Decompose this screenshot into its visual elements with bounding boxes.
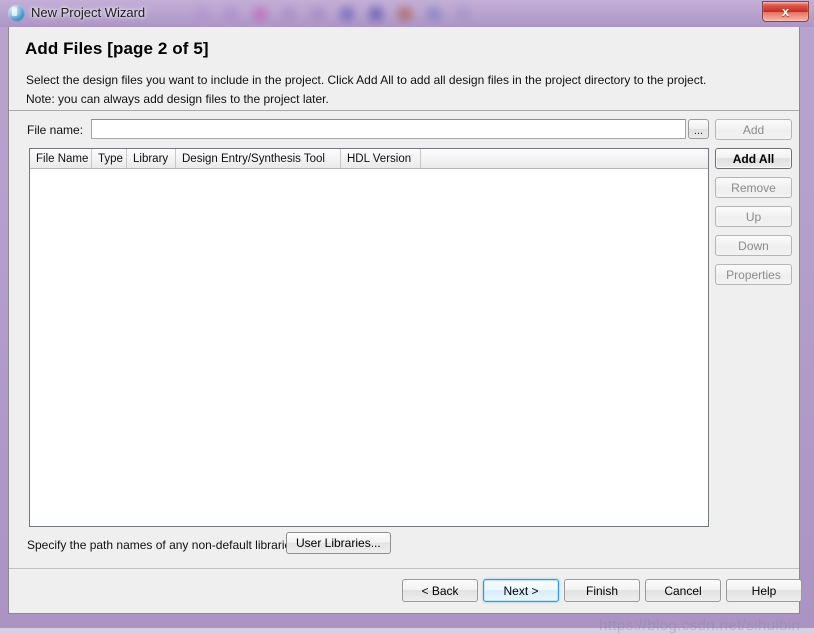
add-button[interactable]: Add (715, 119, 792, 140)
properties-button[interactable]: Properties (715, 264, 792, 285)
footer-divider (9, 568, 799, 569)
dialog-client-area: Add Files [page 2 of 5] Select the desig… (8, 27, 802, 634)
table-header-row: File Name Type Library Design Entry/Synthes… (30, 149, 708, 169)
remove-button[interactable]: Remove (715, 177, 792, 198)
column-header-file-name[interactable]: File Name (30, 149, 92, 168)
watermark-text: https://blog.csdn.net/sihuibin (599, 617, 801, 634)
column-header-hdl-version[interactable]: HDL Version (341, 149, 421, 168)
quartus-globe-icon (8, 5, 25, 22)
file-name-label: File name: (27, 123, 84, 137)
page-description-line-1: Select the design files you want to incl… (26, 73, 707, 87)
column-header-blank[interactable] (421, 149, 708, 168)
close-icon[interactable]: x (762, 1, 809, 22)
column-header-library[interactable]: Library (127, 149, 176, 168)
help-button[interactable]: Help (726, 579, 802, 602)
cancel-button[interactable]: Cancel (645, 579, 721, 602)
window-title: New Project Wizard (31, 5, 146, 20)
user-libraries-description: Specify the path names of any non-defaul… (27, 538, 301, 552)
move-up-button[interactable]: Up (715, 206, 792, 227)
move-down-button[interactable]: Down (715, 235, 792, 256)
dialog-window: New Project Wizard x Add Files [page 2 o… (0, 0, 814, 634)
column-header-design-entry-synthesis-tool[interactable]: Design Entry/Synthesis Tool (176, 149, 341, 168)
file-name-input[interactable] (91, 119, 686, 139)
title-bar[interactable]: New Project Wizard x (0, 0, 814, 27)
user-libraries-button[interactable]: User Libraries... (286, 532, 391, 554)
header-divider (9, 110, 799, 111)
table-body[interactable] (30, 169, 708, 526)
glass-backdrop-icons (195, 2, 715, 26)
browse-ellipsis-button[interactable]: ... (688, 119, 709, 139)
back-button[interactable]: < Back (402, 579, 478, 602)
finish-button[interactable]: Finish (564, 579, 640, 602)
page-description-line-2: Note: you can always add design files to… (26, 92, 329, 106)
page-title: Add Files [page 2 of 5] (25, 39, 209, 58)
next-button[interactable]: Next > (483, 579, 559, 602)
add-all-button[interactable]: Add All (715, 148, 792, 169)
file-list-table[interactable]: File Name Type Library Design Entry/Synthes… (29, 148, 709, 527)
column-header-type[interactable]: Type (92, 149, 127, 168)
